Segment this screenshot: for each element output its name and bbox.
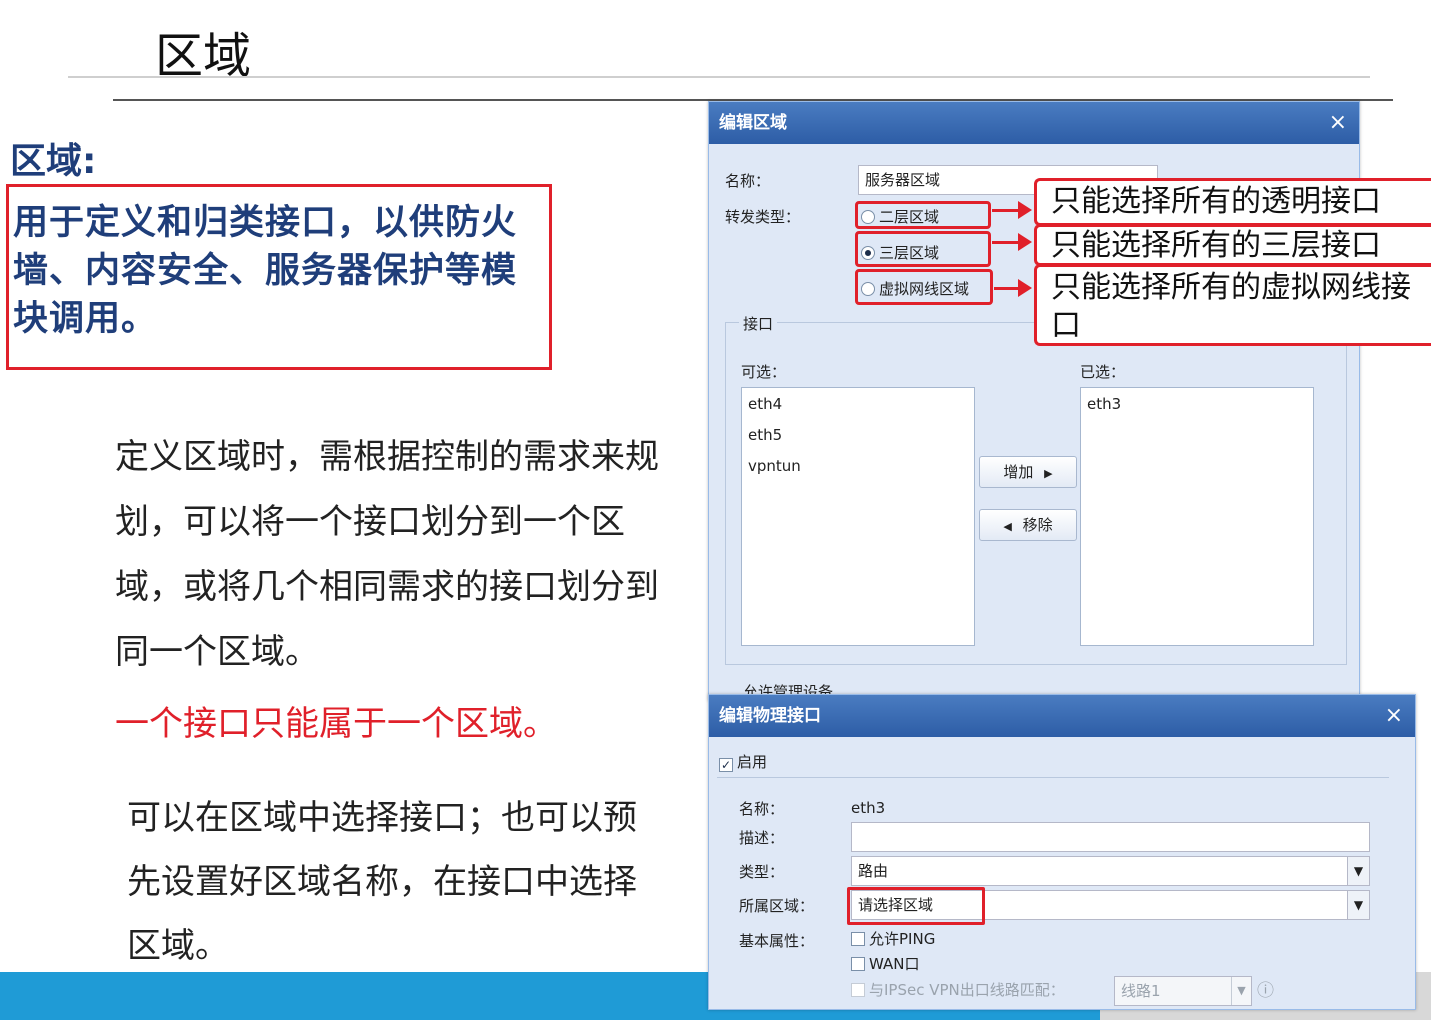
checkbox-icon (851, 983, 865, 997)
edit-physical-interface-window: 编辑物理接口 × ✓ 启用 名称： eth3 描述： 类型： 路由 ▼ 所属区域：… (708, 694, 1416, 1010)
enable-checkbox[interactable]: ✓ 启用 (719, 751, 767, 772)
list-item[interactable]: vpntun (748, 456, 968, 487)
remove-button[interactable]: ◀ 移除 (979, 509, 1077, 541)
description-input[interactable] (851, 822, 1370, 852)
allow-ping-checkbox[interactable]: 允许PING (851, 928, 935, 949)
edit-physical-titlebar: 编辑物理接口 × (709, 695, 1415, 737)
paragraph-define-zone: 定义区域时，需根据控制的需求来规划，可以将一个接口划分到一个区域，或将几个相同需… (115, 437, 659, 672)
ipsec-label: 与IPSec VPN出口线路匹配： (869, 981, 1065, 999)
arrow-head (1018, 233, 1032, 251)
title-divider (68, 76, 1370, 78)
list-item[interactable]: eth5 (748, 425, 968, 456)
forward-type-label: 转发类型： (725, 208, 801, 226)
callout-virtual-wire-text: 只能选择所有的虚拟网线接口 (1051, 270, 1411, 343)
paragraph-select-zone: 可以在区域中选择接口；也可以预先设置好区域名称，在接口中选择区域。 (127, 798, 637, 966)
highlight-layer3 (855, 231, 991, 267)
interface-legend: 接口 (739, 313, 778, 334)
manage-device-legend: 允许管理设备 (743, 683, 834, 694)
arrow-layer2 (992, 209, 1020, 212)
add-button[interactable]: 增加 ▶ (979, 456, 1077, 488)
wan-label: WAN口 (869, 955, 920, 973)
callout-transparent-text: 只能选择所有的透明接口 (1051, 184, 1381, 219)
definition-heading: 区域: (10, 141, 97, 182)
highlight-layer2 (855, 201, 991, 229)
description-label: 描述： (739, 829, 785, 847)
available-interfaces-list[interactable]: eth4 eth5 vpntun (741, 387, 975, 646)
wan-checkbox[interactable]: WAN口 (851, 953, 920, 974)
arrow-right-icon: ▶ (1044, 467, 1053, 480)
available-label: 可选： (741, 363, 787, 381)
close-icon[interactable]: × (1329, 102, 1347, 144)
list-item[interactable]: eth4 (748, 394, 968, 425)
enable-label: 启用 (737, 753, 768, 771)
enable-divider (717, 777, 1389, 778)
list-item[interactable]: eth3 (1087, 394, 1307, 425)
line-select: 线路1 ▼ (1114, 976, 1252, 1006)
highlight-zone-select (847, 887, 985, 925)
arrow-virtual-wire (994, 287, 1020, 290)
edit-zone-titlebar: 编辑区域 × (709, 102, 1359, 144)
name-label: 名称： (739, 800, 785, 818)
edit-zone-title: 编辑区域 (719, 113, 787, 133)
arrow-left-icon: ◀ (1003, 520, 1012, 533)
close-icon[interactable]: × (1385, 695, 1403, 737)
allow-ping-label: 允许PING (869, 930, 936, 948)
info-icon[interactable]: ⓘ (1257, 976, 1274, 1001)
callout-transparent: 只能选择所有的透明接口 (1034, 178, 1431, 226)
chevron-down-icon: ▼ (1347, 857, 1369, 885)
arrow-head (1018, 279, 1032, 297)
arrow-head (1018, 201, 1032, 219)
callout-layer3: 只能选择所有的三层接口 (1034, 224, 1431, 266)
callout-virtual-wire: 只能选择所有的虚拟网线接口 (1034, 264, 1431, 346)
definition-text: 用于定义和归类接口，以供防火墙、内容安全、服务器保护等模块调用。 (13, 203, 518, 339)
add-button-label: 增加 (1003, 463, 1034, 481)
checkbox-icon (851, 932, 865, 946)
arrow-layer3 (992, 241, 1020, 244)
name-value: eth3 (851, 799, 886, 817)
paragraph-one-zone-rule: 一个接口只能属于一个区域。 (115, 704, 557, 744)
type-select-value: 路由 (858, 862, 889, 880)
remove-button-label: 移除 (1022, 516, 1053, 534)
selected-label: 已选： (1080, 363, 1126, 381)
zone-label: 所属区域： (739, 897, 815, 915)
edit-physical-title: 编辑物理接口 (719, 706, 821, 726)
callout-layer3-text: 只能选择所有的三层接口 (1051, 228, 1381, 263)
highlight-virtual-wire (855, 269, 993, 305)
selected-interfaces-list[interactable]: eth3 (1080, 387, 1314, 646)
zone-name-label: 名称： (725, 172, 771, 190)
ipsec-checkbox: 与IPSec VPN出口线路匹配： (851, 979, 1065, 1000)
type-select[interactable]: 路由 ▼ (851, 856, 1370, 886)
chevron-down-icon: ▼ (1231, 977, 1251, 1005)
checkbox-checked-icon: ✓ (719, 758, 733, 772)
line-select-value: 线路1 (1121, 982, 1161, 1000)
chevron-down-icon: ▼ (1347, 891, 1369, 919)
type-label: 类型： (739, 863, 785, 881)
basic-attr-label: 基本属性： (739, 932, 815, 950)
checkbox-icon (851, 957, 865, 971)
definition-box: 用于定义和归类接口，以供防火墙、内容安全、服务器保护等模块调用。 (6, 184, 552, 370)
